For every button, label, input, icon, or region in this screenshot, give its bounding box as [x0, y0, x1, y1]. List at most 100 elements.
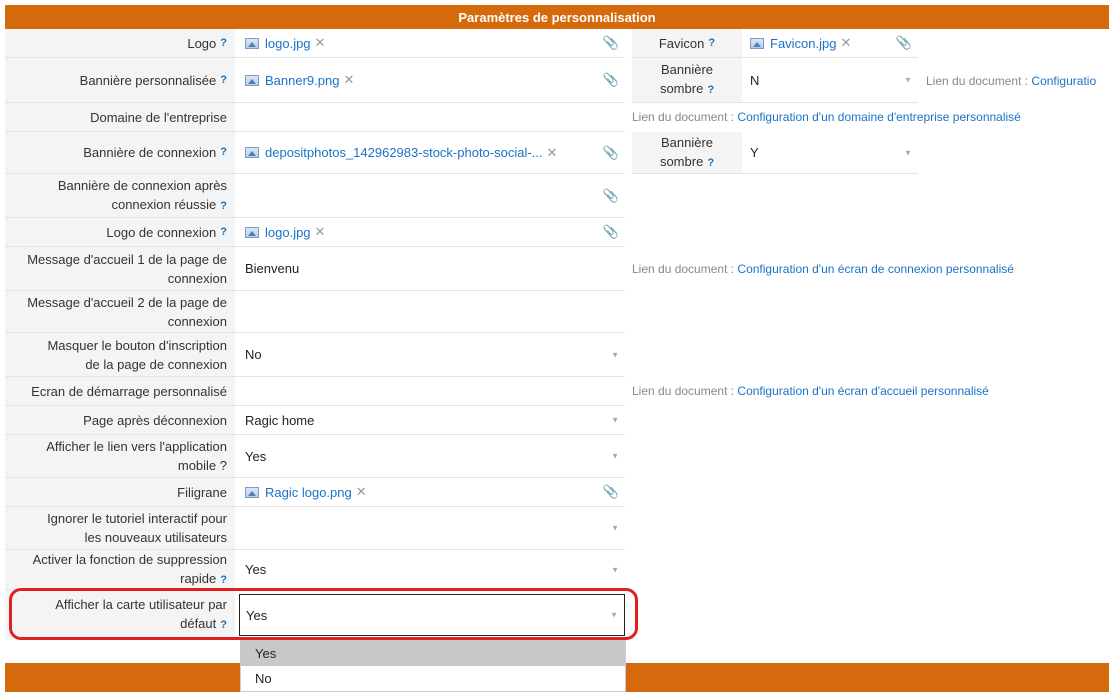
quick-delete-value: Yes	[245, 562, 267, 577]
attachment-icon[interactable]: 📎	[603, 145, 619, 161]
banner-doc-link[interactable]: Configuratio	[1031, 74, 1096, 88]
label-mobile-link: Afficher le lien vers l'application mobil…	[5, 435, 235, 477]
favicon-field[interactable]: Favicon.jpg ✕ 📎	[742, 29, 918, 57]
remove-icon[interactable]: ✕	[547, 145, 558, 161]
chevron-down-icon[interactable]: ▼	[611, 416, 619, 425]
remove-icon[interactable]: ✕	[315, 35, 326, 51]
favicon-file-link[interactable]: Favicon.jpg	[770, 36, 836, 51]
attachment-icon[interactable]: 📎	[896, 35, 912, 51]
dark-banner-select[interactable]: Y ▼	[742, 132, 918, 173]
user-card-dropdown: Yes No	[240, 640, 626, 692]
label-login-banner-after: Bannière de connexion après connexion réu…	[5, 174, 235, 217]
label-splash: Ecran de démarrage personnalisé	[5, 377, 235, 405]
attachment-icon[interactable]: 📎	[603, 188, 619, 204]
highlight-outline	[9, 588, 638, 640]
row-welcome-1: Message d'accueil 1 de la page de connexi…	[5, 247, 625, 291]
login-banner-field[interactable]: depositphotos_142962983-stock-photo-soci…	[235, 132, 625, 173]
welcome-1-value: Bienvenu	[245, 261, 300, 276]
login-banner-after-field[interactable]: 📎	[235, 174, 625, 217]
label-dark-banner: Bannière sombre?	[632, 132, 742, 173]
label-logo: Logo?	[5, 29, 235, 57]
label-watermark: Filigrane	[5, 478, 235, 506]
help-icon[interactable]: ?	[220, 200, 227, 212]
remove-icon[interactable]: ✕	[343, 72, 354, 88]
banner-file-link[interactable]: Banner9.png	[265, 73, 339, 88]
login-logo-field[interactable]: logo.jpg ✕ 📎	[235, 218, 625, 246]
chevron-down-icon[interactable]: ▼	[611, 452, 619, 461]
label-domain: Domaine de l'entreprise	[5, 103, 235, 131]
row-dark-banner-2: Bannière sombre? Y ▼	[632, 132, 918, 174]
dropdown-option-yes[interactable]: Yes	[241, 641, 625, 666]
row-login-banner: Bannière de connexion? depositphotos_142…	[5, 132, 625, 174]
label-welcome-2: Message d'accueil 2 de la page de connexi…	[5, 291, 235, 332]
chevron-down-icon[interactable]: ▼	[611, 350, 619, 359]
splash-field[interactable]	[235, 377, 625, 405]
row-domain: Domaine de l'entreprise	[5, 103, 625, 132]
domain-doc-link[interactable]: Configuration d'un domaine d'entreprise …	[737, 110, 1020, 124]
logo-file-link[interactable]: logo.jpg	[265, 36, 311, 51]
login-screen-doc-link[interactable]: Configuration d'un écran de connexion pe…	[737, 262, 1013, 276]
row-favicon: Favicon? Favicon.jpg ✕ 📎	[632, 29, 918, 58]
banner-field[interactable]: Banner9.png ✕ 📎	[235, 58, 625, 102]
hide-signup-select[interactable]: No ▼	[235, 333, 625, 376]
image-icon	[245, 37, 259, 49]
attachment-icon[interactable]: 📎	[603, 72, 619, 88]
chevron-down-icon[interactable]: ▼	[611, 524, 619, 533]
help-icon[interactable]: ?	[220, 574, 227, 586]
row-logo: Logo? logo.jpg ✕ 📎	[5, 29, 625, 58]
help-icon[interactable]: ?	[220, 34, 227, 53]
watermark-field[interactable]: Ragic logo.png ✕ 📎	[235, 478, 625, 506]
login-logo-file-link[interactable]: logo.jpg	[265, 225, 311, 240]
help-icon[interactable]: ?	[707, 157, 714, 169]
doc-link-banner: Lien du document : Configuratio	[926, 74, 1097, 88]
hide-signup-value: No	[245, 347, 262, 362]
splash-doc-link[interactable]: Configuration d'un écran d'accueil perso…	[737, 384, 988, 398]
image-icon	[245, 74, 259, 86]
row-hide-signup: Masquer le bouton d'inscription de la pag…	[5, 333, 625, 377]
attachment-icon[interactable]: 📎	[603, 484, 619, 500]
label-favicon: Favicon?	[632, 29, 742, 57]
image-icon	[245, 226, 259, 238]
welcome-1-field[interactable]: Bienvenu	[235, 247, 625, 290]
help-icon[interactable]: ?	[707, 84, 714, 96]
remove-icon[interactable]: ✕	[840, 35, 851, 51]
dark-banner-select[interactable]: N ▼	[742, 58, 918, 102]
chevron-down-icon[interactable]: ▼	[904, 76, 912, 85]
after-logout-select[interactable]: Ragic home ▼	[235, 406, 625, 434]
row-watermark: Filigrane Ragic logo.png ✕ 📎	[5, 478, 625, 507]
help-icon[interactable]: ?	[220, 71, 227, 90]
row-login-logo: Logo de connexion? logo.jpg ✕ 📎	[5, 218, 625, 247]
help-icon[interactable]: ?	[708, 34, 715, 53]
remove-icon[interactable]: ✕	[315, 224, 326, 240]
mobile-link-value: Yes	[245, 448, 267, 464]
remove-icon[interactable]: ✕	[356, 484, 367, 500]
label-tutorial: Ignorer le tutoriel interactif pour les n…	[5, 507, 235, 549]
attachment-icon[interactable]: 📎	[603, 224, 619, 240]
tutorial-select[interactable]: ▼	[235, 507, 625, 549]
doc-link-domain: Lien du document : Configuration d'un do…	[632, 110, 1021, 124]
chevron-down-icon[interactable]: ▼	[904, 148, 912, 157]
welcome-2-field[interactable]	[235, 291, 625, 332]
label-hide-signup: Masquer le bouton d'inscription de la pag…	[5, 333, 235, 376]
login-banner-file-link[interactable]: depositphotos_142962983-stock-photo-soci…	[265, 145, 543, 160]
attachment-icon[interactable]: 📎	[603, 35, 619, 51]
row-banner: Bannière personnalisée? Banner9.png ✕ 📎	[5, 58, 625, 103]
label-login-banner: Bannière de connexion?	[5, 132, 235, 173]
help-icon[interactable]: ?	[220, 223, 227, 242]
chevron-down-icon[interactable]: ▼	[611, 565, 619, 574]
label-welcome-1: Message d'accueil 1 de la page de connexi…	[5, 247, 235, 290]
mobile-link-select[interactable]: Yes ▼	[235, 435, 625, 477]
watermark-file-link[interactable]: Ragic logo.png	[265, 485, 352, 500]
dark-banner-value: N	[750, 72, 760, 88]
label-banner: Bannière personnalisée?	[5, 58, 235, 102]
quick-delete-select[interactable]: Yes ▼	[235, 550, 625, 589]
row-welcome-2: Message d'accueil 2 de la page de connexi…	[5, 291, 625, 333]
dropdown-option-no[interactable]: No	[241, 666, 625, 691]
domain-field[interactable]	[235, 103, 625, 131]
logo-field[interactable]: logo.jpg ✕ 📎	[235, 29, 625, 57]
row-splash: Ecran de démarrage personnalisé	[5, 377, 625, 406]
help-icon[interactable]: ?	[220, 143, 227, 162]
row-mobile-link: Afficher le lien vers l'application mobil…	[5, 435, 625, 478]
image-icon	[245, 147, 259, 158]
row-after-logout: Page après déconnexion Ragic home ▼	[5, 406, 625, 435]
